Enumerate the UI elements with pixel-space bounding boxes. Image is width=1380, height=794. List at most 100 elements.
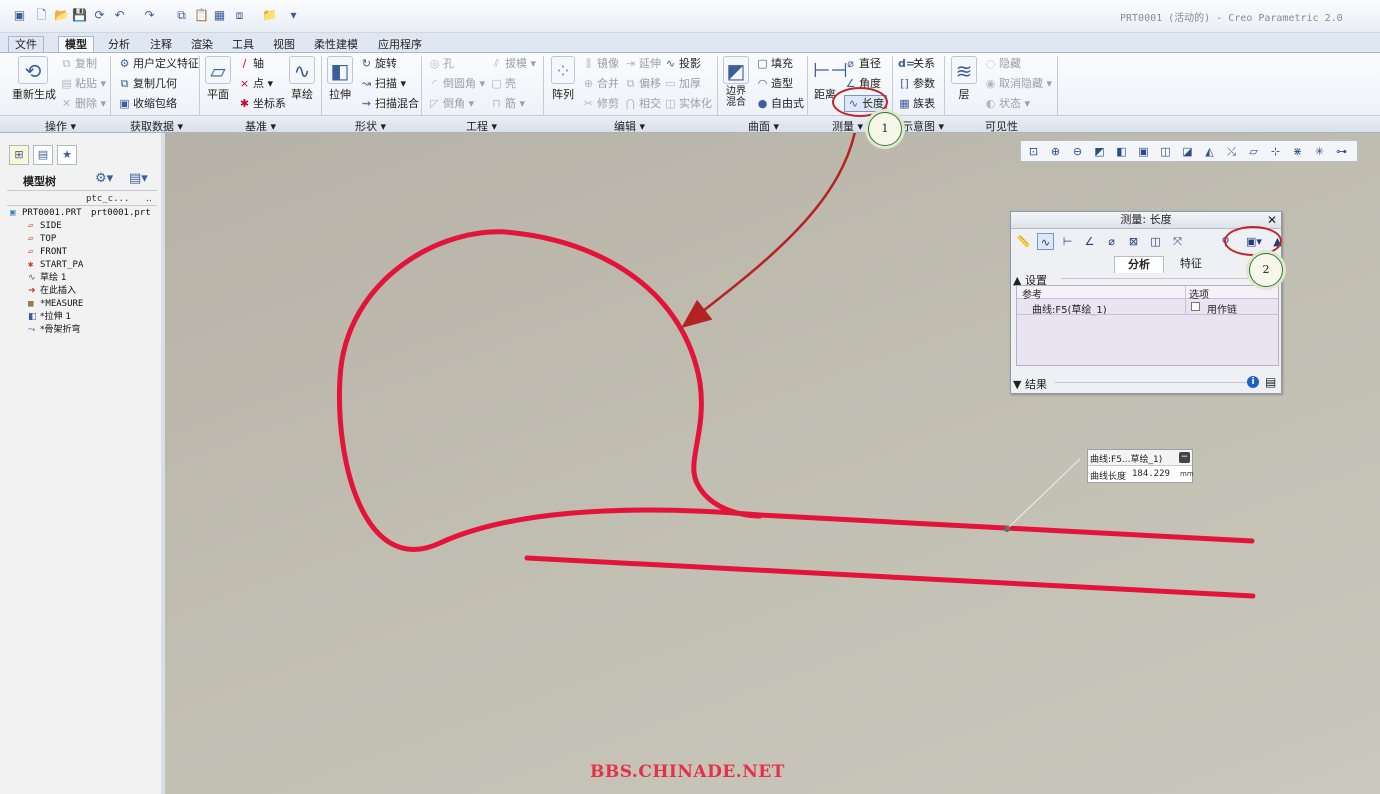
measure-result-callout[interactable]: 曲线:F5...草绘_1) − 曲线长度 184.229 mm <box>1087 449 1194 483</box>
datum-axes-icon[interactable]: ⤯ <box>1223 143 1240 160</box>
measure-diameter-icon[interactable]: ⌀ <box>1103 233 1120 250</box>
details-icon[interactable]: ▤ <box>1265 375 1276 389</box>
trim-button[interactable]: ✂ 修剪 <box>582 96 619 111</box>
shell-button[interactable]: ▢ 壳 <box>490 76 516 91</box>
view-manager-icon[interactable]: ◫ <box>1157 143 1174 160</box>
save-icon[interactable]: 💾 <box>72 8 87 23</box>
pattern-button[interactable]: ⁘ 阵列 <box>550 56 576 102</box>
mirror-button[interactable]: ⫼ 镜像 <box>582 56 619 71</box>
offset-button[interactable]: ⧉ 偏移 <box>624 76 661 91</box>
tab-file[interactable]: 文件 <box>8 36 44 53</box>
relations-button[interactable]: d=关系 <box>898 56 935 71</box>
paste-icon[interactable]: 📋 <box>194 8 209 23</box>
hide-button[interactable]: ◌ 隐藏 <box>984 56 1021 71</box>
tab-annotate[interactable]: 注释 <box>143 36 179 53</box>
tab-model[interactable]: 模型 <box>58 36 94 53</box>
results-section[interactable]: ▼ 结果 <box>1013 376 1047 392</box>
solidify-button[interactable]: ◫ 实体化 <box>664 96 712 111</box>
tab-analysis-panel[interactable]: 分析 <box>1114 256 1164 273</box>
merge-button[interactable]: ⊕ 合并 <box>582 76 619 91</box>
group-editing[interactable]: 编辑 ▾ <box>614 118 645 134</box>
hole-button[interactable]: ◎ 孔 <box>428 56 454 71</box>
freestyle-button[interactable]: ● 自由式 <box>756 96 804 111</box>
tree-item-front[interactable]: ▱ FRONT <box>28 246 67 258</box>
project-button[interactable]: ∿ 投影 <box>664 56 701 71</box>
family-table-button[interactable]: ▦ 族表 <box>898 96 935 111</box>
reorient-icon[interactable]: ◩ <box>1091 143 1108 160</box>
regenerate-icon[interactable]: ⟳ <box>92 8 107 23</box>
group-model-intent[interactable]: 示意图 ▾ <box>902 118 944 134</box>
group-operations[interactable]: 操作 ▾ <box>45 118 76 134</box>
delete-button[interactable]: ✕ 删除 ▾ <box>60 96 106 111</box>
coordinate-systems-icon[interactable]: ⊹ <box>1267 143 1284 160</box>
close-icon[interactable]: ✕ <box>1267 213 1277 227</box>
axis-button[interactable]: / 轴 <box>238 56 264 71</box>
measure-volume-icon[interactable]: ◫ <box>1147 233 1164 250</box>
unhide-button[interactable]: ◉ 取消隐藏 ▾ <box>984 76 1052 91</box>
group-get-data[interactable]: 获取数据 ▾ <box>130 118 183 134</box>
column-more[interactable]: .. <box>146 194 152 204</box>
tab-feature-panel[interactable]: 特征 <box>1166 256 1216 273</box>
measure-length-icon[interactable]: ∿ <box>1037 233 1054 250</box>
measure-dimension-icon[interactable]: ⊢ <box>1059 233 1076 250</box>
tab-analysis[interactable]: 分析 <box>101 36 137 53</box>
datum-points-icon[interactable]: ▱ <box>1245 143 1262 160</box>
open-icon[interactable]: 📂 <box>54 8 69 23</box>
perspective-icon[interactable]: ◪ <box>1179 143 1196 160</box>
tree-item-top[interactable]: ▱ TOP <box>28 233 56 245</box>
measure-transform-icon[interactable]: ⤧ <box>1169 233 1186 250</box>
measure-distance-icon[interactable]: 📏 <box>1015 233 1032 250</box>
tab-flexible-modeling[interactable]: 柔性建模 <box>307 36 365 53</box>
diameter-button[interactable]: ⌀ 直径 <box>844 56 881 71</box>
tree-item-bend[interactable]: ⤳ *骨架折弯 <box>28 324 81 336</box>
saved-views-icon[interactable]: ◧ <box>1113 143 1130 160</box>
intersect-button[interactable]: ⋂ 相交 <box>624 96 661 111</box>
layer-button[interactable]: ≋ 层 <box>950 56 978 102</box>
tree-item-insert-here[interactable]: ➜ 在此插入 <box>28 285 76 297</box>
redo-icon[interactable]: ↷ <box>142 8 157 23</box>
folder-browser-tab-icon[interactable]: ▤ <box>33 145 53 165</box>
folder-icon[interactable]: 📁 <box>262 8 277 23</box>
tab-render[interactable]: 渲染 <box>184 36 220 53</box>
use-chain-checkbox[interactable] <box>1191 302 1200 311</box>
sketch-button[interactable]: ∿ 草绘 <box>288 56 316 102</box>
window-icon[interactable]: ▦ <box>212 8 227 23</box>
new-icon[interactable]: 🗋 <box>34 8 49 23</box>
draft-button[interactable]: ⫽ 拔模 ▾ <box>490 56 536 71</box>
point-button[interactable]: × 点 ▾ <box>238 76 273 91</box>
rib-button[interactable]: ⊓ 筋 ▾ <box>490 96 525 111</box>
paste-button[interactable]: ▤ 粘贴 ▾ <box>60 76 106 91</box>
swept-blend-button[interactable]: ⇝ 扫描混合 <box>360 96 419 111</box>
copy-geometry-button[interactable]: ⧉ 复制几何 <box>118 76 177 91</box>
tree-item-part[interactable]: ▣ PRT0001.PRT prt0001.prt <box>10 207 151 219</box>
group-engineering[interactable]: 工程 ▾ <box>466 118 497 134</box>
collapse-callout-icon[interactable]: − <box>1179 452 1190 463</box>
extrude-button[interactable]: ◧ 拉伸 <box>326 56 354 102</box>
model-tree-tab-icon[interactable]: ⊞ <box>9 145 29 165</box>
settings-icon[interactable]: ⚙▾ <box>95 171 113 186</box>
round-button[interactable]: ◜ 倒圆角 ▾ <box>428 76 485 91</box>
thicken-button[interactable]: ▭ 加厚 <box>664 76 701 91</box>
revolve-button[interactable]: ↻ 旋转 <box>360 56 397 71</box>
udf-button[interactable]: ⚙ 用户定义特征 <box>118 56 199 71</box>
column-header[interactable]: ptc_c... <box>86 194 129 204</box>
tree-item-measure[interactable]: ▦ *MEASURE <box>28 298 83 310</box>
group-datum[interactable]: 基准 ▾ <box>245 118 276 134</box>
info-icon[interactable]: i <box>1247 376 1259 388</box>
group-visibility[interactable]: 可见性 <box>985 118 1018 134</box>
copy-button[interactable]: ⧉ 复制 <box>60 56 97 71</box>
status-button[interactable]: ◐ 状态 ▾ <box>984 96 1030 111</box>
group-measure[interactable]: 测量 ▾ <box>832 118 863 134</box>
datum-planes-icon[interactable]: ◭ <box>1201 143 1218 160</box>
group-shapes[interactable]: 形状 ▾ <box>355 118 386 134</box>
window-switch-icon[interactable]: ⧈ <box>232 8 247 23</box>
tree-item-csys[interactable]: ✱ START_PA <box>28 259 83 271</box>
tab-view[interactable]: 视图 <box>266 36 302 53</box>
zoom-in-icon[interactable]: ⊕ <box>1047 143 1064 160</box>
measure-angle-icon[interactable]: ∠ <box>1081 233 1098 250</box>
csys-button[interactable]: ✱ 坐标系 <box>238 96 286 111</box>
chamfer-button[interactable]: ◸ 倒角 ▾ <box>428 96 474 111</box>
annotations-icon[interactable]: ⋇ <box>1289 143 1306 160</box>
more-view-icon[interactable]: ⊶ <box>1333 143 1350 160</box>
undo-icon[interactable]: ↶ <box>112 8 127 23</box>
